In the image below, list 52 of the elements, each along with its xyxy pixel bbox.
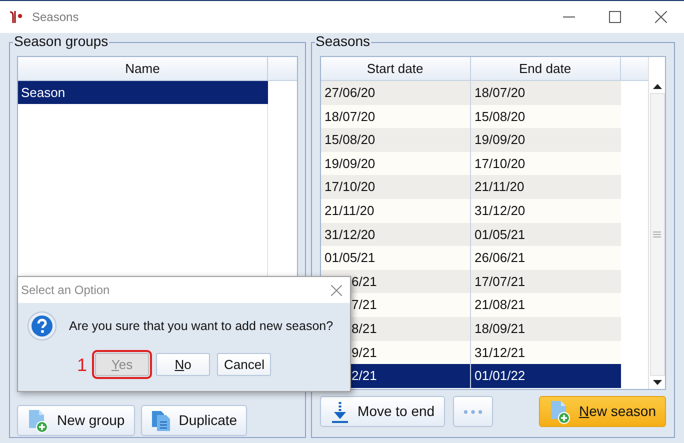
group-title: Seasons: [314, 34, 372, 48]
dialog-title: Select an Option: [21, 282, 110, 299]
more-button[interactable]: [452, 396, 493, 427]
document-plus-icon: [548, 400, 571, 424]
window-title: Seasons: [32, 9, 79, 26]
new-season-button[interactable]: New season: [538, 396, 666, 427]
move-to-end-button[interactable]: Move to end: [320, 396, 445, 427]
scroll-thumb[interactable]: [650, 93, 665, 376]
maximize-icon: [609, 11, 621, 23]
duplicate-button[interactable]: Duplicate: [140, 405, 248, 436]
table-cell-text: 17/07/21: [474, 272, 526, 291]
table-cell-text: 26/06/21: [474, 249, 526, 268]
table-row[interactable]: 15/08/20 19/09/20: [320, 128, 621, 152]
scroll-up-icon[interactable]: [652, 83, 662, 89]
new-group-button[interactable]: New group: [17, 405, 135, 436]
minimize-icon: [563, 16, 575, 18]
app-logo-icon: [8, 9, 24, 25]
table-row[interactable]: Season: [18, 81, 268, 104]
table-row[interactable]: 18/07/20 15/08/20: [320, 104, 621, 128]
document-plus-icon: [27, 408, 49, 432]
close-icon[interactable]: [331, 284, 342, 296]
table-cell-text: 21/08/21: [474, 296, 526, 314]
table-row[interactable]: 19/09/20 17/10/20: [320, 152, 621, 176]
table-cell-text: 21/11/20: [474, 178, 526, 196]
table-row[interactable]: 31/12/20 01/05/21: [320, 222, 621, 246]
table-row[interactable]: 01/05/21 26/06/21: [320, 246, 621, 270]
scrollbar[interactable]: [648, 57, 665, 389]
table-cell-text: 31/12/21: [474, 344, 526, 362]
table-row[interactable]: 27/06/20 18/07/20: [320, 81, 621, 105]
group-title: Season groups: [13, 34, 110, 48]
download-arrow-icon: [330, 400, 350, 422]
table-cell-text: 31/12/20: [474, 202, 526, 220]
table-row[interactable]: 21/11/20 31/12/20: [320, 198, 621, 223]
cancel-button[interactable]: Cancel: [217, 353, 272, 376]
table-cell-text: 18/07/20: [474, 84, 526, 102]
grip-icon: [653, 231, 662, 238]
step-marker: 1: [77, 356, 88, 374]
column-header[interactable]: End date: [470, 57, 621, 80]
scroll-down-icon[interactable]: [652, 380, 662, 386]
no-button[interactable]: No: [156, 353, 210, 376]
column-header[interactable]: Start date: [320, 57, 471, 80]
table-cell-text: 15/08/20: [474, 108, 526, 126]
table-cell-text: 18/09/21: [474, 320, 526, 338]
table-row[interactable]: 17/10/20 21/11/20: [320, 175, 621, 199]
table-cell-text: 17/10/20: [474, 154, 526, 173]
table-cell-text: 19/09/20: [474, 131, 526, 150]
close-icon: [655, 11, 667, 23]
question-icon: [27, 311, 57, 341]
table-cell-text: 01/01/22: [474, 367, 526, 386]
dots-icon: [462, 408, 483, 414]
table-cell-text: 01/05/21: [474, 226, 526, 244]
documents-icon: [150, 410, 171, 432]
